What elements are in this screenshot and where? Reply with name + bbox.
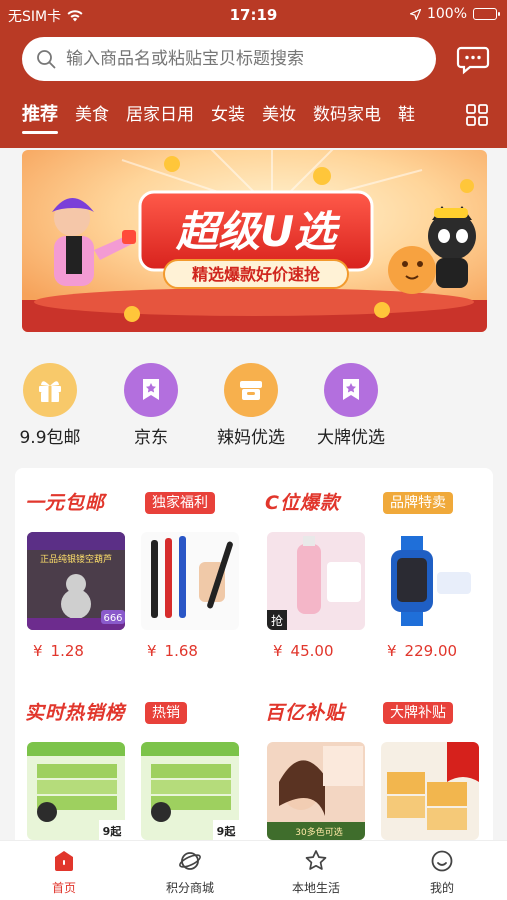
tabbar-mine[interactable]: 我的 <box>392 849 492 896</box>
product-card[interactable]: 9起 <box>141 742 239 840</box>
quick-links: 9.9包邮 京东 辣妈优选 大牌优选 <box>0 345 507 455</box>
tabbar-points-mall[interactable]: 积分商城 <box>140 849 240 896</box>
tab-beauty[interactable]: 美妆 <box>262 100 296 134</box>
product-price: ¥1.68 <box>147 642 198 660</box>
status-bar: 无SIM卡 17:19 100% <box>0 0 507 30</box>
section-c-hot[interactable]: C位爆款 品牌特卖 抢 ¥45.00 ¥ 229.00 <box>255 468 485 660</box>
product-image <box>141 532 239 630</box>
app-header: 无SIM卡 17:19 100% 推荐美食居家日用女装美妆数码家电鞋 <box>0 0 507 148</box>
svg-text:9起: 9起 <box>103 824 123 838</box>
quick-link-jd[interactable]: 京东 <box>106 363 196 448</box>
banner-subtitle: 精选爆款好价速抢 <box>192 265 321 284</box>
product-image: 9起 <box>27 742 125 840</box>
promo-banner[interactable]: 超级U选 精选爆款好价速抢 <box>22 150 487 332</box>
section-badge: 热销 <box>145 702 187 724</box>
product-card[interactable]: ¥1.68 <box>141 532 239 660</box>
product-price: ¥45.00 <box>273 642 334 660</box>
svg-text:抢: 抢 <box>271 613 283 628</box>
product-price: ¥229.00 <box>387 642 458 660</box>
section-title: 实时热销榜 <box>25 702 126 724</box>
gift-icon <box>39 381 61 402</box>
product-card[interactable] <box>381 742 479 840</box>
section-badge: 大牌补贴 <box>383 702 453 724</box>
product-card[interactable]: 9起 <box>27 742 125 840</box>
svg-text:正品纯银镂空葫芦: 正品纯银镂空葫芦 <box>40 553 112 565</box>
product-image: 抢 <box>267 532 365 630</box>
box-icon <box>240 381 262 400</box>
category-tabs: 推荐 美食 居家日用 女装 美妆 数码家电鞋 <box>22 100 462 134</box>
section-one-yuan[interactable]: 一元包邮 独家福利 正品纯银镂空葫芦 666 ¥1.28 ¥ 1.68 <box>15 468 245 660</box>
section-title: C位爆款 <box>265 492 340 514</box>
svg-text:30多色可选: 30多色可选 <box>295 826 342 838</box>
product-image: 30多色可选 <box>267 742 365 840</box>
section-subsidy[interactable]: 百亿补贴 大牌补贴 30多色可选 <box>255 678 485 848</box>
product-card[interactable]: 30多色可选 <box>267 742 365 840</box>
svg-text:9起: 9起 <box>217 824 237 838</box>
quick-link-mom-picks[interactable]: 辣妈优选 <box>206 363 296 448</box>
search-input[interactable] <box>66 49 406 69</box>
product-price: ¥1.28 <box>33 642 84 660</box>
search-icon <box>37 50 56 69</box>
section-title: 一元包邮 <box>25 492 106 514</box>
tabbar-local-life[interactable]: 本地生活 <box>266 849 366 896</box>
tab-digital-appliances[interactable]: 数码家电 <box>313 100 381 134</box>
product-image <box>381 532 479 630</box>
search-bar[interactable] <box>22 37 436 81</box>
location-arrow-icon <box>409 8 421 20</box>
svg-text:666: 666 <box>103 613 122 624</box>
tab-recommend[interactable]: 推荐 <box>22 100 58 134</box>
bottom-tab-bar: 首页 积分商城 本地生活 我的 <box>0 840 507 900</box>
product-image: 9起 <box>141 742 239 840</box>
product-card[interactable]: ¥229.00 <box>381 532 479 660</box>
smile-icon <box>431 850 453 872</box>
tab-shoes[interactable]: 鞋 <box>398 100 415 134</box>
star-bookmark-icon <box>143 379 159 400</box>
product-card[interactable]: 正品纯银镂空葫芦 666 ¥1.28 <box>27 532 125 660</box>
battery-percent: 100% <box>426 6 467 22</box>
product-card[interactable]: 抢 ¥45.00 <box>267 532 365 660</box>
promo-sections-panel: 一元包邮 独家福利 正品纯银镂空葫芦 666 ¥1.28 ¥ 1.68 C位爆款… <box>15 468 493 848</box>
message-icon[interactable] <box>456 43 490 75</box>
section-realtime-hot[interactable]: 实时热销榜 热销 9起 9起 <box>15 678 245 848</box>
section-title: 百亿补贴 <box>265 702 346 724</box>
product-image <box>381 742 479 840</box>
tab-food[interactable]: 美食 <box>75 100 109 134</box>
battery-icon <box>473 8 500 20</box>
star-icon <box>305 850 327 870</box>
tabbar-home[interactable]: 首页 <box>14 849 114 896</box>
category-grid-icon[interactable] <box>466 104 488 126</box>
product-image: 正品纯银镂空葫芦 666 <box>27 532 125 630</box>
quick-link-9.9-free-shipping[interactable]: 9.9包邮 <box>5 363 95 448</box>
planet-icon <box>179 852 201 870</box>
tab-womens-wear[interactable]: 女装 <box>211 100 245 134</box>
star-bookmark-icon <box>343 379 359 400</box>
quick-link-brand-picks[interactable]: 大牌优选 <box>306 363 396 448</box>
tab-home-daily[interactable]: 居家日用 <box>126 100 194 134</box>
section-badge: 品牌特卖 <box>383 492 453 514</box>
banner-title: 超级U选 <box>175 207 341 256</box>
home-icon <box>55 851 73 871</box>
banner-art: 超级U选 精选爆款好价速抢 <box>22 150 487 332</box>
section-badge: 独家福利 <box>145 492 215 514</box>
